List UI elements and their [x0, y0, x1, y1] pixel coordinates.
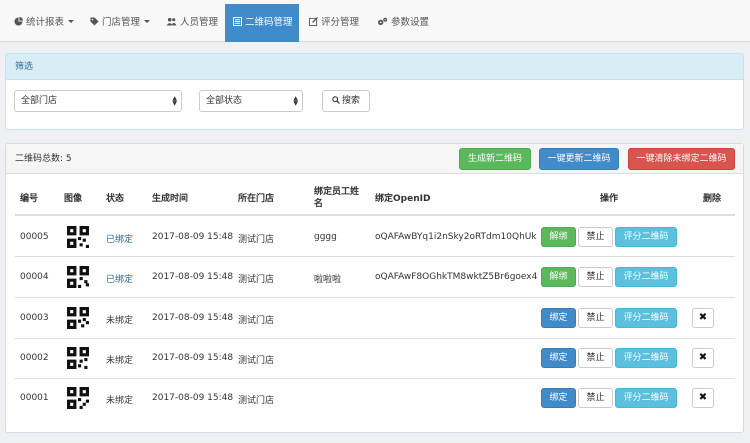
cell-employee: 啦啦啦 [314, 275, 342, 285]
cell-created: 2017-08-09 15:48 [152, 313, 234, 323]
users-icon [166, 17, 177, 26]
disable-button[interactable]: 禁止 [578, 308, 613, 328]
cell-store: 测试门店 [238, 396, 275, 406]
unbind-button[interactable]: 解绑 [541, 227, 576, 247]
rating-qrcode-button[interactable]: 评分二维码 [615, 267, 677, 287]
filter-title: 筛选 [6, 54, 743, 80]
cell-store: 测试门店 [238, 316, 275, 326]
cell-store: 测试门店 [238, 235, 275, 245]
search-label: 搜索 [341, 96, 360, 106]
tag-icon [90, 17, 99, 26]
search-button[interactable]: 搜索 [322, 90, 370, 112]
disable-button[interactable]: 禁止 [578, 348, 613, 368]
disable-button[interactable]: 禁止 [578, 227, 613, 247]
header-id: 编号 [20, 194, 39, 204]
unbind-button[interactable]: 解绑 [541, 267, 576, 287]
edit-icon [309, 17, 318, 26]
nav-item-stores[interactable]: 门店管理 [90, 4, 151, 42]
create-qrcode-button[interactable]: 生成新二维码 [459, 148, 531, 170]
clear-unbound-button[interactable]: 一键清除未绑定二维码 [628, 148, 735, 170]
nav-item-ratings[interactable]: 评分管理 [309, 4, 359, 42]
row-divider [15, 256, 735, 257]
header-openid: 绑定OpenID [375, 194, 431, 204]
nav-label: 人员管理 [180, 17, 219, 28]
select-arrows-icon: ▲ ▼ [293, 95, 298, 107]
header-delete: 删除 [703, 194, 722, 204]
qrcode-image[interactable] [67, 226, 89, 248]
select-arrows-icon: ▲ ▼ [172, 95, 177, 107]
header-status: 状态 [106, 194, 125, 204]
status-select[interactable]: 全部状态 ▲ ▼ [199, 90, 303, 112]
header-actions: 操作 [600, 194, 619, 204]
qrcode-image[interactable] [67, 307, 89, 329]
row-divider [15, 378, 735, 379]
cell-id: 00004 [20, 272, 49, 282]
cell-status: 未绑定 [106, 396, 134, 406]
cell-store: 测试门店 [238, 356, 275, 366]
caret-down-icon [144, 20, 151, 23]
update-all-button[interactable]: 一键更新二维码 [539, 148, 619, 170]
nav-label: 参数设置 [391, 17, 430, 28]
header-created: 生成时间 [152, 194, 189, 204]
nav-item-settings[interactable]: 参数设置 [377, 4, 429, 42]
cell-created: 2017-08-09 15:48 [152, 393, 234, 403]
filter-panel: 筛选 全部门店 ▲ ▼ 全部状态 ▲ ▼ 搜索 [5, 53, 744, 130]
search-icon [332, 96, 340, 104]
cell-id: 00005 [20, 232, 49, 242]
disable-button[interactable]: 禁止 [578, 388, 613, 408]
qrcode-list-panel: 二维码总数: 5 生成新二维码 一键更新二维码 一键清除未绑定二维码 编号 图像… [5, 143, 744, 433]
nav-item-qrcode[interactable]: 二维码管理 [225, 4, 299, 42]
bind-button[interactable]: 绑定 [541, 308, 576, 328]
gears-icon [378, 17, 388, 26]
qrcode-image[interactable] [67, 387, 89, 409]
cell-openid: oQAFAwBYq1i2nSky2oRTdm10QhUk [375, 232, 537, 242]
delete-button[interactable]: ✖ [692, 388, 714, 408]
disable-button[interactable]: 禁止 [578, 267, 613, 287]
qrcode-image[interactable] [67, 266, 89, 288]
bind-button[interactable]: 绑定 [541, 388, 576, 408]
rating-qrcode-button[interactable]: 评分二维码 [615, 388, 677, 408]
bind-button[interactable]: 绑定 [541, 348, 576, 368]
nav-label: 统计报表 [26, 17, 65, 28]
top-nav: 统计报表 门店管理 人员管理 二维码管理 评分管理 参数设置 [0, 0, 750, 42]
cell-status: 已绑定 [106, 235, 134, 245]
status-select-value: 全部状态 [206, 96, 243, 106]
cell-created: 2017-08-09 15:48 [152, 353, 234, 363]
cell-created: 2017-08-09 15:48 [152, 232, 234, 242]
rating-qrcode-button[interactable]: 评分二维码 [615, 227, 677, 247]
list-icon [233, 17, 242, 26]
cell-created: 2017-08-09 15:48 [152, 272, 234, 282]
cell-id: 00001 [20, 393, 49, 403]
nav-label: 二维码管理 [245, 17, 293, 28]
store-select-value: 全部门店 [21, 96, 58, 106]
header-divider [15, 214, 735, 216]
cell-openid: oQAFAwF8OGhkTM8wktZ5Br6goex4 [375, 272, 538, 282]
qrcode-image[interactable] [67, 347, 89, 369]
delete-button[interactable]: ✖ [692, 348, 714, 368]
header-image: 图像 [64, 194, 83, 204]
cell-id: 00002 [20, 353, 49, 363]
caret-down-icon [68, 20, 75, 23]
nav-item-staff[interactable]: 人员管理 [166, 4, 218, 42]
total-count: 二维码总数: 5 [15, 154, 72, 164]
cell-employee: gggg [314, 232, 337, 242]
store-select[interactable]: 全部门店 ▲ ▼ [14, 90, 182, 112]
cell-status: 未绑定 [106, 356, 134, 366]
nav-label: 评分管理 [321, 17, 360, 28]
delete-button[interactable]: ✖ [692, 308, 714, 328]
header-store: 所在门店 [238, 194, 275, 204]
list-heading: 二维码总数: 5 生成新二维码 一键更新二维码 一键清除未绑定二维码 [6, 144, 743, 174]
row-divider [15, 297, 735, 298]
nav-item-stats[interactable]: 统计报表 [14, 4, 75, 42]
cell-id: 00003 [20, 313, 49, 323]
pie-chart-icon [14, 17, 23, 26]
cell-store: 测试门店 [238, 275, 275, 285]
header-employee: 绑定员工姓名 [314, 187, 360, 209]
cell-status: 已绑定 [106, 275, 134, 285]
cell-status: 未绑定 [106, 316, 134, 326]
row-divider [15, 338, 735, 339]
rating-qrcode-button[interactable]: 评分二维码 [615, 348, 677, 368]
nav-label: 门店管理 [102, 17, 141, 28]
rating-qrcode-button[interactable]: 评分二维码 [615, 308, 677, 328]
